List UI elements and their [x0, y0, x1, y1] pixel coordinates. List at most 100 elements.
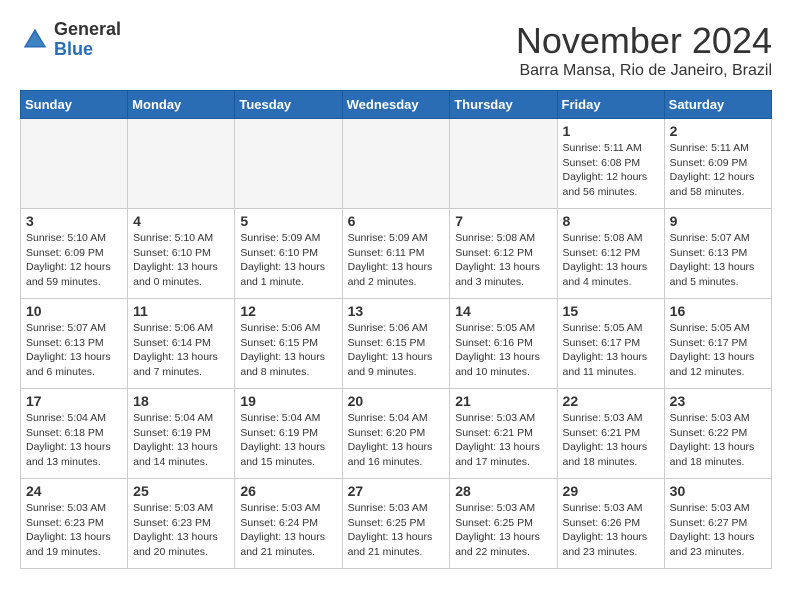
day-of-week-header: Thursday	[450, 91, 557, 119]
day-number: 13	[348, 303, 445, 319]
calendar-header-row: SundayMondayTuesdayWednesdayThursdayFrid…	[21, 91, 772, 119]
location-title: Barra Mansa, Rio de Janeiro, Brazil	[516, 62, 772, 80]
calendar-day-cell: 5Sunrise: 5:09 AM Sunset: 6:10 PM Daylig…	[235, 209, 342, 299]
day-number: 12	[240, 303, 336, 319]
day-info: Sunrise: 5:06 AM Sunset: 6:15 PM Dayligh…	[348, 321, 445, 380]
day-number: 2	[670, 123, 766, 139]
calendar-day-cell: 27Sunrise: 5:03 AM Sunset: 6:25 PM Dayli…	[342, 479, 450, 569]
calendar-day-cell: 10 Sunrise: 5:07 AM Sunset: 6:13 PM Dayli…	[21, 299, 128, 389]
day-number: 4	[133, 213, 229, 229]
calendar-day-cell: 28 Sunrise: 5:03 AM Sunset: 6:25 PM Dayli…	[450, 479, 557, 569]
calendar-day-cell: 26 Sunrise: 5:03 AM Sunset: 6:24 PM Dayli…	[235, 479, 342, 569]
calendar-day-cell: 6 Sunrise: 5:09 AM Sunset: 6:11 PM Daylig…	[342, 209, 450, 299]
day-info: Sunrise: 5:03 AM Sunset: 6:22 PM Dayligh…	[670, 411, 766, 470]
calendar-day-cell: 3Sunrise: 5:10 AM Sunset: 6:09 PM Daylig…	[21, 209, 128, 299]
calendar-day-cell: 14 Sunrise: 5:05 AM Sunset: 6:16 PM Dayli…	[450, 299, 557, 389]
calendar-day-cell: 18Sunrise: 5:04 AM Sunset: 6:19 PM Dayli…	[128, 389, 235, 479]
page-header: General Blue November 2024 Barra Mansa, …	[20, 20, 772, 80]
day-number: 10	[26, 303, 122, 319]
day-number: 6	[348, 213, 445, 229]
calendar-day-cell: 7 Sunrise: 5:08 AM Sunset: 6:12 PM Daylig…	[450, 209, 557, 299]
day-info: Sunrise: 5:05 AM Sunset: 6:17 PM Dayligh…	[670, 321, 766, 380]
logo-text: General Blue	[54, 20, 121, 60]
day-info: Sunrise: 5:04 AM Sunset: 6:19 PM Dayligh…	[133, 411, 229, 470]
calendar-table: SundayMondayTuesdayWednesdayThursdayFrid…	[20, 90, 772, 569]
calendar-day-cell: 30 Sunrise: 5:03 AM Sunset: 6:27 PM Dayli…	[664, 479, 771, 569]
calendar-day-cell	[21, 119, 128, 209]
day-number: 9	[670, 213, 766, 229]
day-number: 1	[563, 123, 659, 139]
day-number: 22	[563, 393, 659, 409]
calendar-week-row: 17Sunrise: 5:04 AM Sunset: 6:18 PM Dayli…	[21, 389, 772, 479]
day-number: 15	[563, 303, 659, 319]
calendar-day-cell: 15 Sunrise: 5:05 AM Sunset: 6:17 PM Dayli…	[557, 299, 664, 389]
day-info: Sunrise: 5:09 AM Sunset: 6:11 PM Dayligh…	[348, 231, 445, 290]
day-number: 26	[240, 483, 336, 499]
calendar-day-cell: 24Sunrise: 5:03 AM Sunset: 6:23 PM Dayli…	[21, 479, 128, 569]
calendar-day-cell	[235, 119, 342, 209]
day-info: Sunrise: 5:05 AM Sunset: 6:16 PM Dayligh…	[455, 321, 551, 380]
day-number: 27	[348, 483, 445, 499]
day-info: Sunrise: 5:03 AM Sunset: 6:27 PM Dayligh…	[670, 501, 766, 560]
day-number: 14	[455, 303, 551, 319]
logo: General Blue	[20, 20, 121, 60]
calendar-day-cell: 17Sunrise: 5:04 AM Sunset: 6:18 PM Dayli…	[21, 389, 128, 479]
day-number: 21	[455, 393, 551, 409]
calendar-week-row: 3Sunrise: 5:10 AM Sunset: 6:09 PM Daylig…	[21, 209, 772, 299]
logo-icon	[20, 25, 50, 55]
logo-line2: Blue	[54, 40, 121, 60]
calendar-day-cell	[342, 119, 450, 209]
calendar-week-row: 24Sunrise: 5:03 AM Sunset: 6:23 PM Dayli…	[21, 479, 772, 569]
day-of-week-header: Sunday	[21, 91, 128, 119]
day-info: Sunrise: 5:06 AM Sunset: 6:14 PM Dayligh…	[133, 321, 229, 380]
calendar-week-row: 1 Sunrise: 5:11 AM Sunset: 6:08 PM Daylig…	[21, 119, 772, 209]
calendar-week-row: 10 Sunrise: 5:07 AM Sunset: 6:13 PM Dayli…	[21, 299, 772, 389]
day-number: 16	[670, 303, 766, 319]
day-info: Sunrise: 5:08 AM Sunset: 6:12 PM Dayligh…	[563, 231, 659, 290]
calendar-day-cell: 29Sunrise: 5:03 AM Sunset: 6:26 PM Dayli…	[557, 479, 664, 569]
day-number: 17	[26, 393, 122, 409]
calendar-day-cell: 8Sunrise: 5:08 AM Sunset: 6:12 PM Daylig…	[557, 209, 664, 299]
day-info: Sunrise: 5:03 AM Sunset: 6:21 PM Dayligh…	[455, 411, 551, 470]
day-info: Sunrise: 5:07 AM Sunset: 6:13 PM Dayligh…	[26, 321, 122, 380]
day-info: Sunrise: 5:11 AM Sunset: 6:08 PM Dayligh…	[563, 141, 659, 200]
calendar-day-cell: 2 Sunrise: 5:11 AM Sunset: 6:09 PM Daylig…	[664, 119, 771, 209]
calendar-day-cell: 1 Sunrise: 5:11 AM Sunset: 6:08 PM Daylig…	[557, 119, 664, 209]
calendar-day-cell: 16 Sunrise: 5:05 AM Sunset: 6:17 PM Dayli…	[664, 299, 771, 389]
calendar-day-cell: 9Sunrise: 5:07 AM Sunset: 6:13 PM Daylig…	[664, 209, 771, 299]
logo-line1: General	[54, 20, 121, 40]
title-area: November 2024 Barra Mansa, Rio de Janeir…	[516, 20, 772, 80]
calendar-day-cell: 25Sunrise: 5:03 AM Sunset: 6:23 PM Dayli…	[128, 479, 235, 569]
calendar-day-cell: 20 Sunrise: 5:04 AM Sunset: 6:20 PM Dayli…	[342, 389, 450, 479]
calendar-day-cell: 23Sunrise: 5:03 AM Sunset: 6:22 PM Dayli…	[664, 389, 771, 479]
calendar-day-cell: 13 Sunrise: 5:06 AM Sunset: 6:15 PM Dayli…	[342, 299, 450, 389]
day-number: 30	[670, 483, 766, 499]
day-info: Sunrise: 5:06 AM Sunset: 6:15 PM Dayligh…	[240, 321, 336, 380]
day-info: Sunrise: 5:10 AM Sunset: 6:10 PM Dayligh…	[133, 231, 229, 290]
calendar-day-cell: 12 Sunrise: 5:06 AM Sunset: 6:15 PM Dayli…	[235, 299, 342, 389]
day-number: 24	[26, 483, 122, 499]
day-number: 3	[26, 213, 122, 229]
day-number: 29	[563, 483, 659, 499]
day-of-week-header: Wednesday	[342, 91, 450, 119]
day-number: 5	[240, 213, 336, 229]
calendar-day-cell: 11 Sunrise: 5:06 AM Sunset: 6:14 PM Dayli…	[128, 299, 235, 389]
day-info: Sunrise: 5:08 AM Sunset: 6:12 PM Dayligh…	[455, 231, 551, 290]
day-number: 11	[133, 303, 229, 319]
day-of-week-header: Tuesday	[235, 91, 342, 119]
day-of-week-header: Saturday	[664, 91, 771, 119]
month-title: November 2024	[516, 20, 772, 62]
day-info: Sunrise: 5:04 AM Sunset: 6:20 PM Dayligh…	[348, 411, 445, 470]
calendar-day-cell: 22Sunrise: 5:03 AM Sunset: 6:21 PM Dayli…	[557, 389, 664, 479]
day-number: 28	[455, 483, 551, 499]
day-info: Sunrise: 5:03 AM Sunset: 6:24 PM Dayligh…	[240, 501, 336, 560]
day-info: Sunrise: 5:04 AM Sunset: 6:19 PM Dayligh…	[240, 411, 336, 470]
day-of-week-header: Monday	[128, 91, 235, 119]
day-number: 20	[348, 393, 445, 409]
calendar-day-cell	[450, 119, 557, 209]
day-info: Sunrise: 5:05 AM Sunset: 6:17 PM Dayligh…	[563, 321, 659, 380]
calendar-day-cell: 19Sunrise: 5:04 AM Sunset: 6:19 PM Dayli…	[235, 389, 342, 479]
day-number: 7	[455, 213, 551, 229]
day-info: Sunrise: 5:11 AM Sunset: 6:09 PM Dayligh…	[670, 141, 766, 200]
day-info: Sunrise: 5:03 AM Sunset: 6:25 PM Dayligh…	[455, 501, 551, 560]
